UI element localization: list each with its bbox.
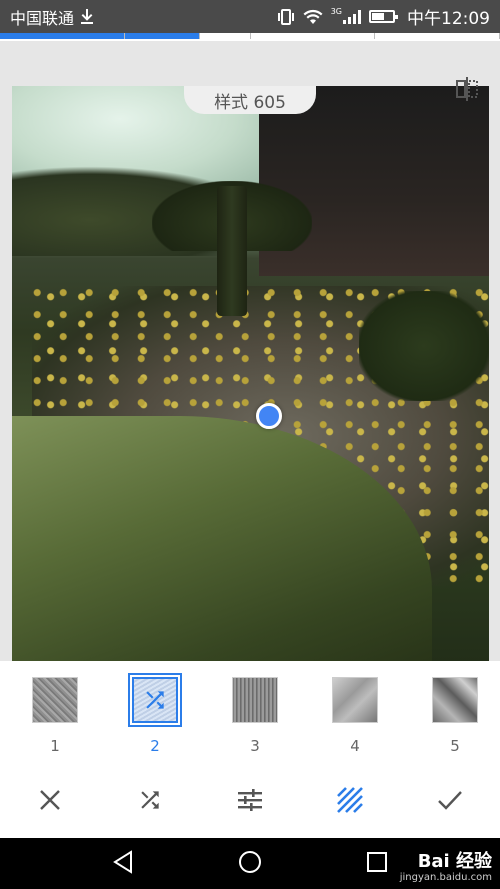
style-number: 4 xyxy=(350,737,360,755)
compare-icon[interactable] xyxy=(456,77,478,101)
watermark-url: jingyan.baidu.com xyxy=(399,872,492,883)
style-thumbnail xyxy=(32,677,78,723)
style-option-1[interactable]: 1 xyxy=(31,677,79,755)
progress-segment xyxy=(251,33,376,39)
close-icon xyxy=(39,789,61,815)
shuffle-button[interactable] xyxy=(126,778,174,826)
signal-icon: 3G xyxy=(331,7,361,27)
watermark-brand: Bai 经验 xyxy=(417,851,492,873)
battery-icon xyxy=(369,7,398,27)
style-thumbnail xyxy=(332,677,378,723)
check-icon xyxy=(437,789,463,815)
style-option-4[interactable]: 4 xyxy=(331,677,379,755)
adjust-button[interactable] xyxy=(226,778,274,826)
clock: 中午12:09 xyxy=(407,9,490,29)
download-icon xyxy=(80,7,94,27)
style-thumbnail xyxy=(232,677,278,723)
preview-area: 样式 605 xyxy=(0,41,500,702)
apply-button[interactable] xyxy=(426,778,474,826)
texture-icon xyxy=(336,786,364,818)
shuffle-icon xyxy=(134,679,176,721)
style-number: 2 xyxy=(150,737,160,755)
status-left: 中国联通 xyxy=(10,5,94,29)
style-thumbnail xyxy=(128,673,182,727)
back-button[interactable] xyxy=(103,844,143,884)
vibrate-icon xyxy=(277,7,295,27)
home-button[interactable] xyxy=(230,844,270,884)
style-number: 1 xyxy=(50,737,60,755)
bottom-toolbar xyxy=(0,766,500,838)
style-option-2[interactable]: 2 xyxy=(128,673,182,755)
style-label: 样式 605 xyxy=(184,86,316,114)
status-bar: 中国联通 3G 中午12:09 xyxy=(0,0,500,33)
carrier-label: 中国联通 xyxy=(10,8,75,28)
network-label: 3G xyxy=(330,6,342,16)
watermark: Bai 经验 jingyan.baidu.com xyxy=(400,852,492,883)
texture-button[interactable] xyxy=(326,778,374,826)
status-right: 3G 中午12:09 xyxy=(277,4,490,29)
style-number: 3 xyxy=(250,737,260,755)
recents-icon xyxy=(366,851,388,877)
wifi-icon xyxy=(303,7,323,27)
photo-bush xyxy=(359,291,489,401)
recents-button[interactable] xyxy=(357,844,397,884)
style-option-5[interactable]: 5 xyxy=(431,677,479,755)
progress-segment xyxy=(200,33,251,39)
photo-preview[interactable] xyxy=(12,86,489,702)
photo-palm-trunk xyxy=(217,186,247,316)
style-thumbnail xyxy=(432,677,478,723)
style-option-3[interactable]: 3 xyxy=(231,677,279,755)
shuffle-icon xyxy=(137,787,163,817)
progress-segment xyxy=(124,33,200,39)
focus-point-handle[interactable] xyxy=(256,403,282,429)
adjust-icon xyxy=(237,788,263,816)
progress-segment xyxy=(0,33,125,39)
system-nav-bar: Bai 经验 jingyan.baidu.com xyxy=(0,838,500,889)
home-icon xyxy=(238,850,262,878)
progress-tabs xyxy=(0,33,500,41)
back-icon xyxy=(112,849,134,878)
cancel-button[interactable] xyxy=(26,778,74,826)
style-thumbnails: 1 2 3 4 5 xyxy=(0,661,500,766)
style-number: 5 xyxy=(450,737,460,755)
progress-segment xyxy=(375,33,500,39)
